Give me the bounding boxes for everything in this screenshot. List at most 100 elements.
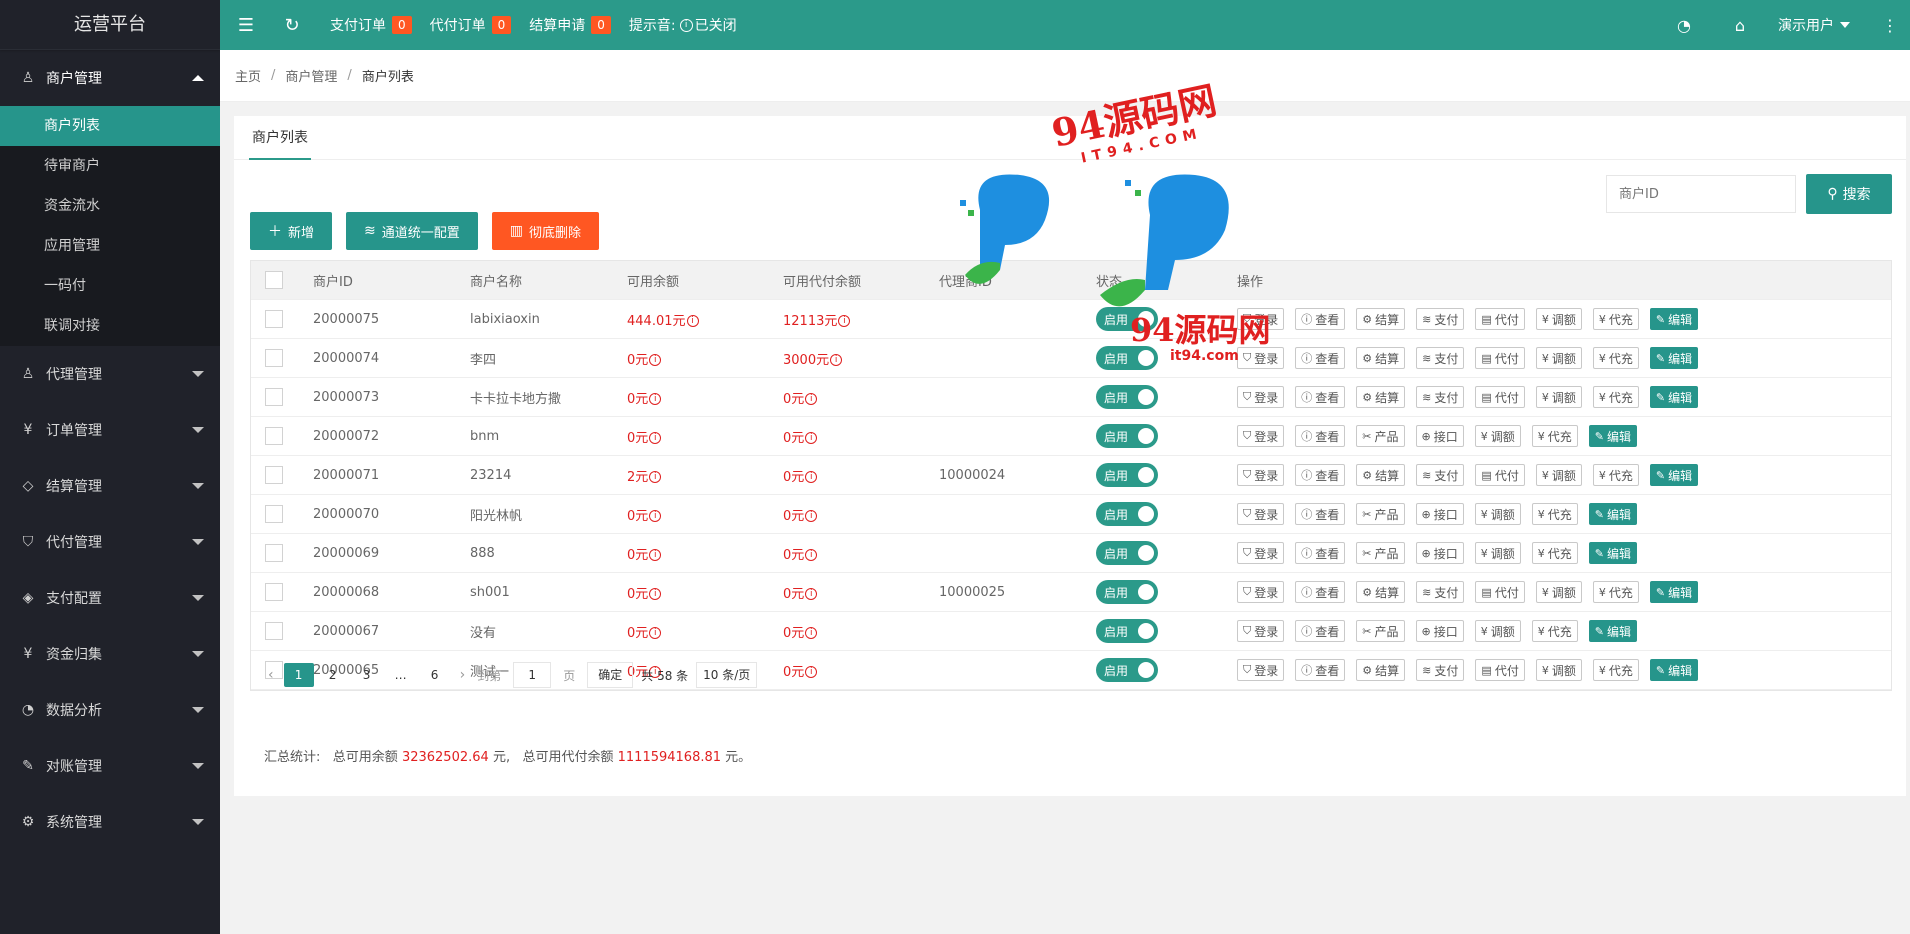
search-button[interactable]: ⚲ 搜索 [1806, 174, 1892, 214]
edit-button[interactable]: ✎ 编辑 [1588, 542, 1638, 564]
more-icon[interactable]: ⋮ [1870, 16, 1910, 35]
action-button[interactable]: ⓘ 查看 [1295, 464, 1346, 486]
info-icon[interactable]: i [805, 471, 818, 483]
sidebar-subitem[interactable]: 一码付 [0, 266, 220, 306]
action-button[interactable]: ⊕ 接口 [1415, 620, 1464, 642]
refresh-icon[interactable]: ↻ [272, 15, 312, 36]
row-checkbox[interactable] [265, 622, 283, 640]
action-button[interactable]: ⛉ 登录 [1237, 347, 1285, 369]
info-icon[interactable]: i [805, 510, 818, 522]
action-button[interactable]: ¥ 代充 [1531, 425, 1578, 447]
info-icon[interactable]: i [649, 471, 662, 483]
action-button[interactable]: ¥ 调额 [1535, 308, 1582, 330]
action-button[interactable]: ≋ 支付 [1416, 464, 1465, 486]
pay-orders-link[interactable]: 支付订单 0 [330, 15, 412, 35]
row-checkbox[interactable] [265, 544, 283, 562]
info-icon[interactable]: i [649, 549, 662, 561]
row-checkbox[interactable] [265, 583, 283, 601]
info-icon[interactable]: i [649, 510, 662, 522]
status-toggle[interactable]: 启用 [1096, 424, 1158, 448]
sidebar-subitem[interactable]: 资金流水 [0, 186, 220, 226]
goto-confirm-button[interactable]: 确定 [587, 662, 634, 688]
page-number[interactable]: 1 [283, 663, 314, 687]
add-button[interactable]: ＋ 新增 [250, 212, 333, 250]
info-icon[interactable]: i [686, 315, 699, 327]
info-icon[interactable]: i [649, 354, 662, 366]
prev-page-icon[interactable]: ‹ [268, 667, 274, 683]
tag-icon[interactable]: ⌂ [1712, 16, 1768, 35]
action-button[interactable]: ¥ 调额 [1474, 620, 1521, 642]
next-page-icon[interactable]: › [460, 667, 466, 683]
action-button[interactable]: ¥ 代充 [1592, 581, 1639, 603]
action-button[interactable]: ⛉ 登录 [1237, 425, 1285, 447]
sidebar-item[interactable]: ◔ 数据分析 [0, 682, 220, 738]
sidebar-item[interactable]: ¥ 资金归集 [0, 626, 220, 682]
row-checkbox[interactable] [265, 310, 283, 328]
action-button[interactable]: ⓘ 查看 [1295, 503, 1346, 525]
merchant-id-search-input[interactable] [1606, 175, 1796, 213]
info-icon[interactable]: i [805, 393, 818, 405]
breadcrumb-home[interactable]: 主页 [235, 66, 261, 85]
action-button[interactable]: ⓘ 查看 [1295, 620, 1346, 642]
action-button[interactable]: ▤ 代付 [1475, 581, 1525, 603]
info-icon[interactable]: i [649, 588, 662, 600]
edit-button[interactable]: ✎ 编辑 [1588, 425, 1638, 447]
row-checkbox[interactable] [265, 466, 283, 484]
action-button[interactable]: ▤ 代付 [1475, 347, 1525, 369]
page-number[interactable]: 2 [318, 663, 348, 687]
action-button[interactable]: ≋ 支付 [1416, 581, 1465, 603]
sidebar-subitem[interactable]: 商户列表 [0, 106, 220, 146]
action-button[interactable]: ▤ 代付 [1475, 464, 1525, 486]
edit-button[interactable]: ✎ 编辑 [1649, 347, 1699, 369]
action-button[interactable]: ⛉ 登录 [1237, 503, 1285, 525]
user-menu[interactable]: 演示用户 [1768, 15, 1870, 35]
action-button[interactable]: ⚙ 结算 [1356, 464, 1406, 486]
edit-button[interactable]: ✎ 编辑 [1588, 620, 1638, 642]
status-toggle[interactable]: 启用 [1096, 346, 1158, 370]
status-toggle[interactable]: 启用 [1096, 580, 1158, 604]
goto-page-input[interactable]: 1 [513, 662, 552, 688]
action-button[interactable]: ¥ 调额 [1474, 503, 1521, 525]
info-icon[interactable]: i [805, 549, 818, 561]
theme-icon[interactable]: ◔ [1656, 16, 1712, 35]
edit-button[interactable]: ✎ 编辑 [1649, 464, 1699, 486]
action-button[interactable]: ¥ 调额 [1535, 386, 1582, 408]
status-toggle[interactable]: 启用 [1096, 541, 1158, 565]
tab-merchant-list[interactable]: 商户列表 [249, 116, 311, 160]
status-toggle[interactable]: 启用 [1096, 502, 1158, 526]
breadcrumb-section[interactable]: 商户管理 [285, 66, 337, 85]
action-button[interactable]: ¥ 代充 [1531, 542, 1578, 564]
info-icon[interactable]: i [838, 315, 851, 327]
sidebar-subitem[interactable]: 联调对接 [0, 306, 220, 346]
channel-config-button[interactable]: ≋ 通道统一配置 [346, 212, 478, 250]
action-button[interactable]: ¥ 调额 [1535, 347, 1582, 369]
action-button[interactable]: ⓘ 查看 [1295, 542, 1346, 564]
action-button[interactable]: ⊕ 接口 [1415, 503, 1464, 525]
action-button[interactable]: ≋ 支付 [1416, 308, 1465, 330]
action-button[interactable]: ¥ 代充 [1592, 464, 1639, 486]
row-checkbox[interactable] [265, 349, 283, 367]
action-button[interactable]: ✂ 产品 [1356, 503, 1405, 525]
delete-button[interactable]: ▥ 彻底删除 [491, 212, 600, 250]
sidebar-item[interactable]: ♙ 代理管理 [0, 346, 220, 402]
edit-button[interactable]: ✎ 编辑 [1649, 308, 1699, 330]
action-button[interactable]: ⓘ 查看 [1295, 581, 1346, 603]
action-button[interactable]: ⚙ 结算 [1356, 308, 1406, 330]
info-icon[interactable]: i [649, 432, 662, 444]
status-toggle[interactable]: 启用 [1096, 619, 1158, 643]
row-checkbox[interactable] [265, 388, 283, 406]
status-toggle[interactable]: 启用 [1096, 463, 1158, 487]
action-button[interactable]: ⛉ 登录 [1237, 308, 1285, 330]
action-button[interactable]: ✂ 产品 [1356, 542, 1405, 564]
action-button[interactable]: ⓘ 查看 [1295, 347, 1346, 369]
action-button[interactable]: ≋ 支付 [1416, 386, 1465, 408]
action-button[interactable]: ⚙ 结算 [1356, 347, 1406, 369]
action-button[interactable]: ¥ 代充 [1592, 308, 1639, 330]
action-button[interactable]: ⛉ 登录 [1237, 386, 1285, 408]
action-button[interactable]: ⓘ 查看 [1295, 308, 1346, 330]
payout-orders-link[interactable]: 代付订单 0 [430, 15, 512, 35]
action-button[interactable]: ⛉ 登录 [1237, 620, 1285, 642]
action-button[interactable]: ¥ 调额 [1535, 464, 1582, 486]
action-button[interactable]: ✂ 产品 [1356, 620, 1405, 642]
action-button[interactable]: ▤ 代付 [1475, 308, 1525, 330]
